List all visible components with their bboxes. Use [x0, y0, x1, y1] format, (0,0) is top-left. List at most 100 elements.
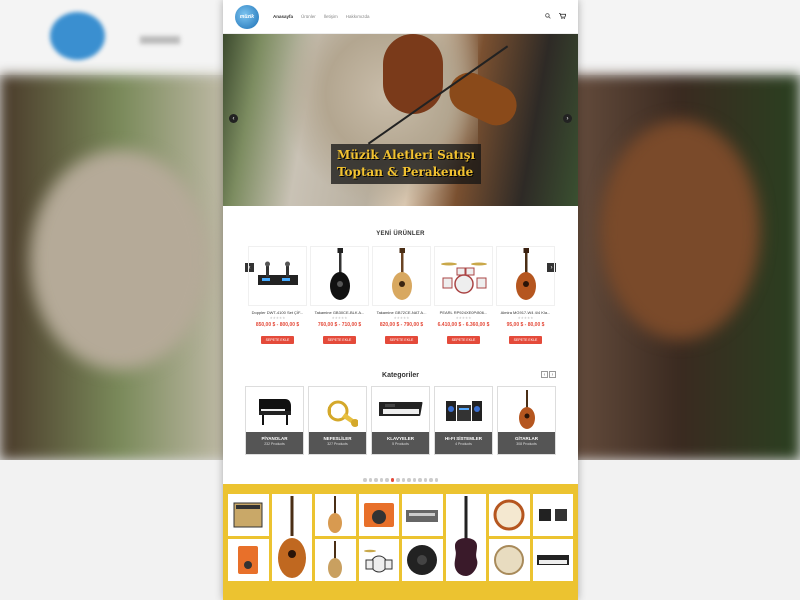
category-name: PİYANOLAR — [261, 436, 288, 441]
add-to-cart-button[interactable]: SEPETE EKLE — [446, 336, 481, 344]
chevron-left-icon: ‹ — [232, 115, 235, 122]
frame-drum-icon — [489, 539, 530, 581]
category-card[interactable]: GİTARLAR 308 Products — [497, 386, 556, 455]
product-card[interactable]: Takamine GB72CE-NAT A... ★★★★★ 820,00 $ … — [372, 246, 431, 346]
acoustic-guitar-icon — [271, 494, 312, 581]
handpan-icon — [402, 539, 443, 581]
pagination-dot[interactable] — [374, 478, 378, 482]
product-price: 760,00 $ - 710,00 $ — [317, 322, 362, 328]
product-name[interactable]: Doppler DWT-4100 Set ÇİF... — [248, 310, 307, 315]
category-name: GİTARLAR — [515, 436, 538, 441]
hero-prev-button[interactable]: ‹ — [229, 114, 238, 123]
hero-caption: Müzik Aletleri Satışı Toptan & Perakende — [331, 144, 482, 184]
ukulele-icon — [315, 494, 356, 536]
nav-item-products[interactable]: Ürünler — [301, 14, 316, 19]
site-header: müzik Anasayfa Ürünler İletişim Hakkımız… — [223, 0, 578, 34]
product-price: 850,00 $ - 800,00 $ — [255, 322, 300, 328]
add-to-cart-button[interactable]: SEPETE EKLE — [260, 336, 295, 344]
hero-next-button[interactable]: › — [563, 114, 572, 123]
hero-title-line2: Toptan & Perakende — [337, 165, 474, 179]
product-card[interactable]: Doppler DWT-4100 Set ÇİF... ★★★★★ 850,00… — [248, 246, 307, 346]
categories-prev-button[interactable]: ‹ — [541, 371, 548, 378]
effects-unit-icon — [402, 494, 443, 536]
category-count: 308 Products — [516, 442, 537, 446]
pagination-dot[interactable] — [363, 478, 367, 482]
rating-stars: ★★★★★ — [393, 316, 410, 320]
rating-stars: ★★★★★ — [517, 316, 534, 320]
category-card[interactable]: HI-FI SİSTEMLER 4 Products — [434, 386, 493, 455]
drum-kit-image — [434, 246, 493, 306]
category-name: HI-FI SİSTEMLER — [445, 436, 482, 441]
hero-slider: Müzik Aletleri Satışı Toptan & Perakende… — [223, 34, 578, 206]
drum-set-icon — [358, 539, 399, 581]
new-products-carousel: ‹ › Doppler DWT-4100 Set ÇİF... ★★★★★ 85… — [223, 241, 578, 366]
category-count: 4 Products — [455, 442, 472, 446]
pagination-dot[interactable] — [429, 478, 433, 482]
product-card[interactable]: PEARL RP924XE0P/806... ★★★★★ 6.410,00 $ … — [434, 246, 493, 346]
rating-stars: ★★★★★ — [269, 316, 286, 320]
wireless-mic-set-image — [248, 246, 307, 306]
black-acoustic-guitar-image — [310, 246, 369, 306]
pagination-dot[interactable] — [379, 478, 383, 482]
product-name[interactable]: Takamine GB30CE-BLK A... — [310, 310, 369, 315]
keyboard-icon — [372, 387, 429, 432]
hero-title-line1: Müzik Aletleri Satışı — [337, 148, 476, 162]
piano-icon — [246, 387, 303, 432]
nav-item-contact[interactable]: İletişim — [324, 14, 338, 19]
pagination-dot[interactable] — [396, 478, 400, 482]
pagination-dot[interactable] — [418, 478, 422, 482]
category-name: KLAVYELER — [387, 436, 414, 441]
main-nav: Anasayfa Ürünler İletişim Hakkımızda — [273, 14, 370, 19]
category-name: NEFESLİLER — [323, 436, 352, 441]
stompbox-icon — [228, 539, 269, 581]
site-logo[interactable]: müzik — [235, 4, 259, 29]
pedal-icon — [532, 494, 573, 536]
product-price: 95,00 $ - 80,00 $ — [506, 322, 545, 328]
add-to-cart-button[interactable]: SEPETE EKLE — [322, 336, 357, 344]
categories-next-button[interactable]: › — [549, 371, 556, 378]
horn-icon — [309, 387, 366, 432]
product-card[interactable]: Almira MG917-W4 4/4 Kla... ★★★★★ 95,00 $… — [496, 246, 555, 346]
category-card[interactable]: PİYANOLAR 232 Products — [245, 386, 304, 455]
instrument-mosaic-banner — [223, 484, 578, 600]
product-name[interactable]: PEARL RP924XE0P/806... — [434, 310, 493, 315]
hifi-icon — [435, 387, 492, 432]
product-price: 6.410,00 $ - 6.360,00 $ — [437, 322, 490, 328]
nav-item-about[interactable]: Hakkımızda — [346, 14, 370, 19]
add-to-cart-button[interactable]: SEPETE EKLE — [508, 336, 543, 344]
add-to-cart-button[interactable]: SEPETE EKLE — [384, 336, 419, 344]
product-price: 820,00 $ - 790,00 $ — [379, 322, 424, 328]
nav-item-home[interactable]: Anasayfa — [273, 14, 293, 19]
search-icon[interactable] — [545, 12, 551, 21]
category-count: 232 Products — [264, 442, 285, 446]
product-card[interactable]: Takamine GB30CE-BLK A... ★★★★★ 760,00 $ … — [310, 246, 369, 346]
category-card[interactable]: NEFESLİLER 327 Products — [308, 386, 367, 455]
category-count: 327 Products — [327, 442, 348, 446]
tambourine-icon — [489, 494, 530, 536]
website-page: müzik Anasayfa Ürünler İletişim Hakkımız… — [223, 0, 578, 600]
digital-piano-icon — [532, 539, 573, 581]
cart-icon[interactable] — [559, 12, 567, 21]
new-products-title: YENİ ÜRÜNLER — [376, 231, 425, 237]
pagination-dot[interactable] — [407, 478, 411, 482]
classical-guitar-image — [496, 246, 555, 306]
orange-amp-icon — [358, 494, 399, 536]
pagination-dot[interactable] — [385, 478, 389, 482]
pagination-dot[interactable] — [401, 478, 405, 482]
rating-stars: ★★★★★ — [331, 316, 348, 320]
mandolin-icon — [315, 539, 356, 581]
category-card[interactable]: KLAVYELER 5 Products — [371, 386, 430, 455]
pagination-dot[interactable] — [434, 478, 438, 482]
rating-stars: ★★★★★ — [455, 316, 472, 320]
guitar-icon — [498, 387, 555, 432]
pagination-dot[interactable] — [390, 478, 394, 482]
pagination-dot[interactable] — [423, 478, 427, 482]
natural-acoustic-guitar-image — [372, 246, 431, 306]
product-name[interactable]: Takamine GB72CE-NAT A... — [372, 310, 431, 315]
category-count: 5 Products — [392, 442, 409, 446]
electric-guitar-icon — [445, 494, 486, 581]
pagination-dot[interactable] — [368, 478, 372, 482]
pagination-dot[interactable] — [412, 478, 416, 482]
chevron-right-icon: › — [566, 115, 569, 122]
product-name[interactable]: Almira MG917-W4 4/4 Kla... — [496, 310, 555, 315]
